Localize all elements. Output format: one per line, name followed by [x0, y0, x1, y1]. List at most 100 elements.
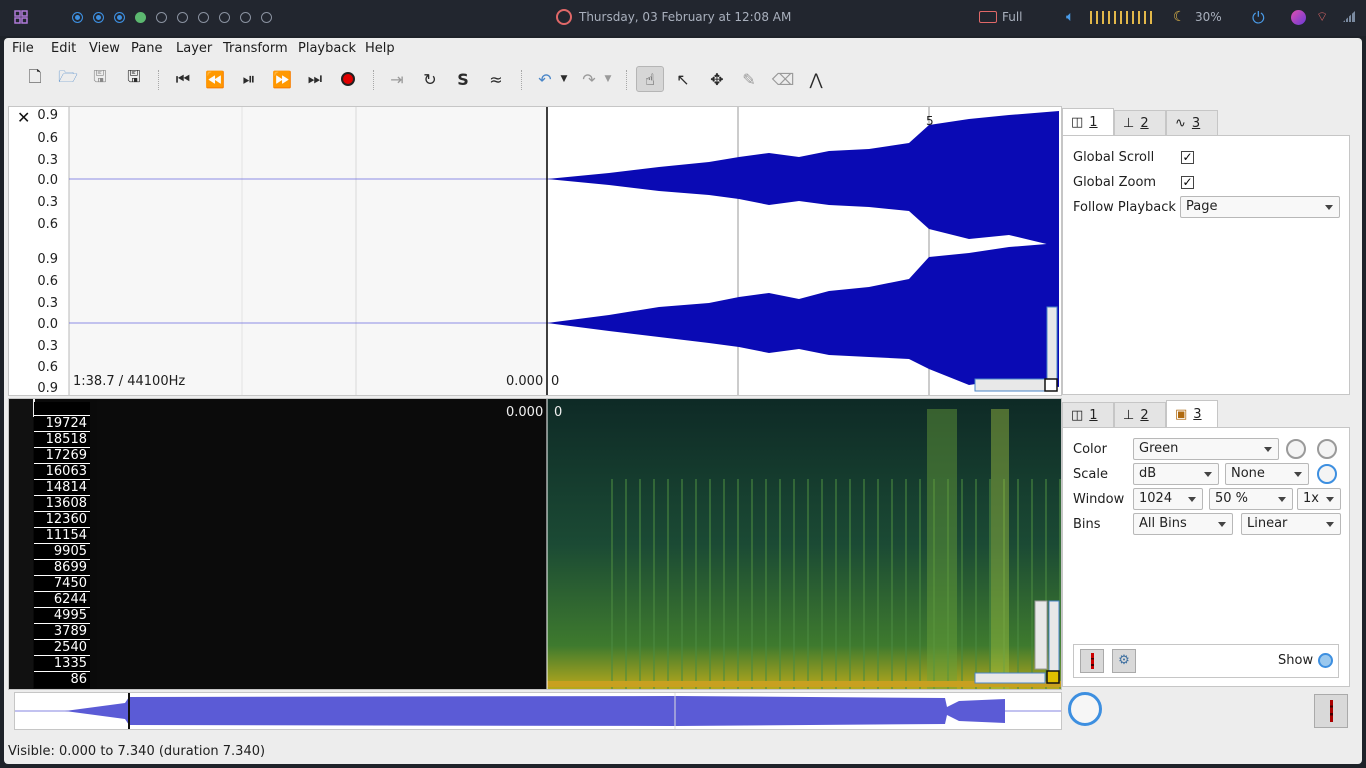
measure-icon[interactable]: ⋀	[802, 66, 830, 92]
threshold-knob[interactable]	[1317, 464, 1337, 484]
waveform-canvas[interactable]	[9, 107, 1061, 395]
save-icon[interactable]: 🖫	[86, 66, 114, 92]
layer-visibility-row: ⚙ Show	[1073, 644, 1339, 678]
volume-icon[interactable]: 🔈︎	[1066, 9, 1074, 25]
layer-color-icon[interactable]	[1080, 649, 1104, 673]
undo-icon[interactable]: ↶	[531, 66, 559, 92]
workspace-10[interactable]	[261, 12, 272, 23]
spectrogram-canvas[interactable]	[9, 399, 1061, 689]
toolbar: 🗋 🗁 🖫 🖫 ⏮ ⏪ ⏯ ⏩ ⏭ ⇥ ↻ S ≈ ↶ ▼ ↷ ▼ ☝ ↖ ✥ …	[4, 62, 1362, 96]
freq-label: 7450	[34, 576, 90, 592]
solo-icon[interactable]: S	[449, 66, 477, 92]
select-icon[interactable]: ↖	[669, 66, 697, 92]
tab-layer-2[interactable]: ⊥ 2	[1114, 402, 1166, 428]
tab-layer-1[interactable]: ◫ 1	[1062, 108, 1114, 136]
network-icon[interactable]: ⌔	[1316, 9, 1328, 25]
window-label: Window	[1073, 492, 1125, 507]
draw-icon[interactable]: ✎	[735, 66, 763, 92]
freq-label: 19724	[34, 416, 90, 432]
menu-view[interactable]: View	[89, 41, 120, 56]
window-size-select[interactable]: 1024	[1133, 488, 1203, 510]
waveform-pane[interactable]: ✕ 0.9 0.6 0.3 0.0 0.3 0.6 0.9 0.6 0.3 0.…	[8, 106, 1062, 396]
menu-playback[interactable]: Playback	[298, 41, 356, 56]
playback-speed-dial[interactable]	[1068, 692, 1102, 726]
app-tray-icon[interactable]	[1291, 10, 1306, 25]
undo-menu-icon[interactable]: ▼	[556, 66, 572, 92]
play-selection-icon[interactable]: ⇥	[383, 66, 411, 92]
freq-label: 8699	[34, 560, 90, 576]
play-settings-icon[interactable]: ⚙	[1112, 649, 1136, 673]
menu-file[interactable]: File	[12, 41, 34, 56]
save-as-icon[interactable]: 🖫	[120, 66, 148, 92]
freq-label: 12360	[34, 512, 90, 528]
forward-end-icon[interactable]: ⏭	[301, 66, 329, 92]
menu-transform[interactable]: Transform	[223, 41, 288, 56]
freq-label: 17269	[34, 448, 90, 464]
navigate-icon[interactable]: ☝	[636, 66, 664, 92]
rewind-icon[interactable]: ⏪	[201, 66, 229, 92]
record-icon[interactable]	[334, 66, 362, 92]
workspace-2[interactable]	[93, 12, 104, 23]
freq-label: 2540	[34, 640, 90, 656]
scale-label: Scale	[1073, 467, 1108, 482]
erase-icon[interactable]: ⌫	[769, 66, 797, 92]
loop-icon[interactable]: ↻	[416, 66, 444, 92]
scale-label: 0.3	[37, 153, 58, 168]
global-zoom-checkbox[interactable]: ✓	[1181, 176, 1194, 189]
menu-edit[interactable]: Edit	[51, 41, 76, 56]
new-file-icon[interactable]: 🗋	[21, 66, 49, 92]
overview-panel[interactable]	[14, 692, 1062, 730]
workspace-3[interactable]	[114, 12, 125, 23]
gain-knob[interactable]	[1286, 439, 1306, 459]
power-icon[interactable]: ⏻	[1252, 8, 1265, 28]
redo-menu-icon[interactable]: ▼	[600, 66, 616, 92]
clock-datetime[interactable]: Thursday, 03 February at 12:08 AM	[579, 10, 791, 24]
apps-grid-icon[interactable]	[14, 10, 28, 24]
frequency-scale: 19724 18518 17269 16063 14814 13608 1236…	[34, 402, 90, 688]
follow-playback-select[interactable]: Page	[1180, 196, 1340, 218]
fast-forward-icon[interactable]: ⏩	[268, 66, 296, 92]
menu-layer[interactable]: Layer	[176, 41, 212, 56]
scale-select[interactable]: dB	[1133, 463, 1219, 485]
global-scroll-checkbox[interactable]: ✓	[1181, 151, 1194, 164]
frequency-scale-select[interactable]: Linear	[1241, 513, 1341, 535]
freq-label: 4995	[34, 608, 90, 624]
play-pause-icon[interactable]: ⏯	[235, 66, 263, 92]
scale-label: 0.3	[37, 195, 58, 210]
volume-level-bars[interactable]	[1090, 11, 1156, 24]
color-rotation-knob[interactable]	[1317, 439, 1337, 459]
workspace-4[interactable]	[135, 12, 146, 23]
move-icon[interactable]: ✥	[703, 66, 731, 92]
align-icon[interactable]: ≈	[482, 66, 510, 92]
bins-select[interactable]: All Bins	[1133, 513, 1233, 535]
show-toggle[interactable]	[1318, 653, 1333, 668]
sonic-visualiser-window: File Edit View Pane Layer Transform Play…	[4, 38, 1362, 764]
spectrogram-pane[interactable]: ✕	[8, 398, 1062, 690]
window-overlap-select[interactable]: 50 %	[1209, 488, 1293, 510]
color-select[interactable]: Green	[1133, 438, 1279, 460]
rewind-start-icon[interactable]: ⏮	[169, 66, 197, 92]
pane-icon: ◫	[1071, 408, 1084, 423]
open-folder-icon[interactable]: 🗁	[54, 66, 82, 92]
freq-label: 16063	[34, 464, 90, 480]
workspace-5[interactable]	[156, 12, 167, 23]
tab-layer-3[interactable]: ∿ 3	[1166, 110, 1218, 136]
workspace-9[interactable]	[240, 12, 251, 23]
workspace-7[interactable]	[198, 12, 209, 23]
brightness-icon: ☾	[1173, 9, 1186, 25]
workspace-8[interactable]	[219, 12, 230, 23]
menu-pane[interactable]: Pane	[131, 41, 162, 56]
tab-layer-3[interactable]: ▣ 3	[1166, 400, 1218, 428]
tab-layer-1[interactable]: ◫ 1	[1062, 402, 1114, 428]
freq-label: 1335	[34, 656, 90, 672]
workspace-1[interactable]	[72, 12, 83, 23]
normalize-select[interactable]: None	[1225, 463, 1309, 485]
zero-padding-select[interactable]: 1x	[1297, 488, 1341, 510]
menu-help[interactable]: Help	[365, 41, 395, 56]
playback-meter-icon[interactable]	[1314, 694, 1348, 728]
overview-waveform[interactable]	[15, 693, 1061, 729]
freq-label: 13608	[34, 496, 90, 512]
tab-layer-2[interactable]: ⊥ 2	[1114, 110, 1166, 136]
workspace-6[interactable]	[177, 12, 188, 23]
redo-icon[interactable]: ↷	[575, 66, 603, 92]
